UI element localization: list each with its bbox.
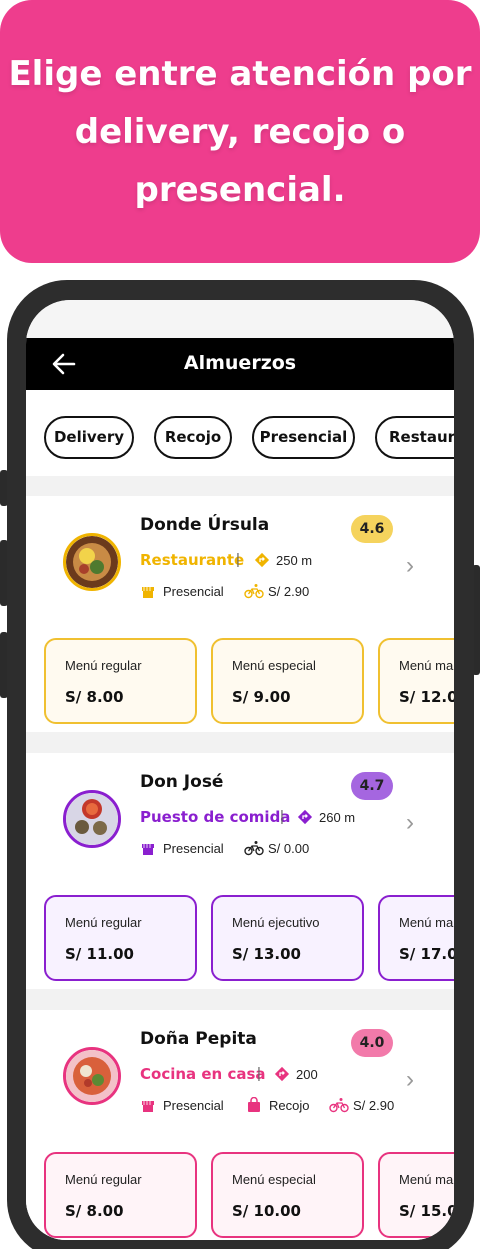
menu-title: Menú regular: [65, 915, 142, 930]
restaurant-type: Restaurante: [140, 551, 245, 569]
banner-line-1: Elige entre atención por: [8, 53, 472, 94]
restaurant-name: Doña Pepita: [140, 1029, 257, 1049]
restaurant-card[interactable]: Doña Pepita 4.0 Cocina en casa | 200 Pre…: [26, 1010, 454, 1240]
menu-option[interactable]: Menú marino S/ 15.00: [378, 1152, 454, 1238]
menu-price: S/ 9.00: [232, 688, 291, 706]
store-icon: [142, 587, 154, 598]
menu-price: S/ 15.00: [399, 1202, 454, 1220]
chevron-right-icon[interactable]: ›: [406, 552, 414, 580]
status-area: [26, 300, 454, 338]
restaurant-name: Donde Úrsula: [140, 515, 270, 535]
phone-screen: Almuerzos Delivery Recojo Presencial Res…: [26, 300, 454, 1240]
mode-presencial: Presencial: [163, 1098, 224, 1113]
filter-chip-presencial[interactable]: Presencial: [252, 416, 355, 459]
promo-banner: Elige entre atención por delivery, recoj…: [0, 0, 480, 263]
separator: |: [280, 808, 284, 825]
menu-option[interactable]: Menú marino S/ 12.00: [378, 638, 454, 724]
menu-price: S/ 11.00: [65, 945, 134, 963]
menu-option[interactable]: Menú regular S/ 8.00: [44, 1152, 197, 1238]
menu-option[interactable]: Menú especial S/ 9.00: [211, 638, 364, 724]
menu-option[interactable]: Menú especial S/ 10.00: [211, 1152, 364, 1238]
mode-presencial: Presencial: [163, 584, 224, 599]
delivery-fee: S/ 2.90: [268, 584, 310, 599]
banner-line-2: delivery, recojo o: [74, 111, 406, 152]
store-icon: [142, 844, 154, 855]
restaurant-card[interactable]: Don José 4.7 Puesto de comida | 260 m Pr…: [26, 753, 454, 989]
bike-icon: [329, 1098, 349, 1113]
menu-price: S/ 13.00: [232, 945, 301, 963]
restaurant-type: Puesto de comida: [140, 808, 291, 826]
menu-price: S/ 10.00: [232, 1202, 301, 1220]
menu-price: S/ 12.00: [399, 688, 454, 706]
menu-title: Menú marino: [399, 658, 454, 673]
restaurant-avatar: [63, 790, 121, 848]
menu-title: Menú marino: [399, 1172, 454, 1187]
direction-icon: [274, 1066, 290, 1082]
menu-title: Menú regular: [65, 1172, 142, 1187]
menu-title: Menú especial: [232, 1172, 316, 1187]
menu-option[interactable]: Menú regular S/ 11.00: [44, 895, 197, 981]
bike-icon: [244, 584, 264, 599]
filter-chip-recojo[interactable]: Recojo: [154, 416, 232, 459]
filter-chip-delivery[interactable]: Delivery: [44, 416, 134, 459]
store-icon: [142, 1101, 154, 1112]
distance: 260 m: [319, 810, 356, 825]
mode-recojo: Recojo: [269, 1098, 310, 1113]
restaurant-type: Cocina en casa: [140, 1065, 266, 1083]
distance: 200: [296, 1067, 318, 1082]
delivery-fee: S/ 2.90: [353, 1098, 395, 1113]
filter-chip-restaurante[interactable]: Restaurante: [375, 416, 454, 459]
chevron-right-icon[interactable]: ›: [406, 1066, 414, 1094]
menu-title: Menú especial: [232, 658, 316, 673]
chevron-right-icon[interactable]: ›: [406, 809, 414, 837]
rating-badge: 4.7: [351, 772, 393, 800]
menu-price: S/ 17.00: [399, 945, 454, 963]
menu-price: S/ 8.00: [65, 1202, 124, 1220]
page-title: Almuerzos: [183, 352, 297, 374]
filter-chips: Delivery Recojo Presencial Restaurante: [26, 390, 454, 476]
distance: 250 m: [276, 553, 313, 568]
direction-icon: [297, 809, 313, 825]
menu-option[interactable]: Menú regular S/ 8.00: [44, 638, 197, 724]
separator: |: [257, 1065, 261, 1082]
restaurant-name: Don José: [140, 772, 224, 792]
rating-badge: 4.0: [351, 1029, 393, 1057]
rating-badge: 4.6: [351, 515, 393, 543]
delivery-fee: S/ 0.00: [268, 841, 310, 856]
mode-presencial: Presencial: [163, 841, 224, 856]
separator: |: [236, 551, 240, 568]
menu-option[interactable]: Menú marino S/ 17.00: [378, 895, 454, 981]
restaurant-card[interactable]: Donde Úrsula 4.6 Restaurante | 250 m Pre…: [26, 496, 454, 732]
menu-title: Menú marino: [399, 915, 454, 930]
banner-line-3: presencial.: [134, 169, 346, 210]
menu-price: S/ 8.00: [65, 688, 124, 706]
shopping-bag-icon: [248, 1097, 260, 1112]
bike-icon: [244, 841, 264, 856]
menu-title: Menú ejecutivo: [232, 915, 320, 930]
app-bar: Almuerzos: [26, 338, 454, 390]
restaurant-avatar: [63, 1047, 121, 1105]
menu-title: Menú regular: [65, 658, 142, 673]
menu-option[interactable]: Menú ejecutivo S/ 13.00: [211, 895, 364, 981]
restaurant-avatar: [63, 533, 121, 591]
direction-icon: [254, 552, 270, 568]
